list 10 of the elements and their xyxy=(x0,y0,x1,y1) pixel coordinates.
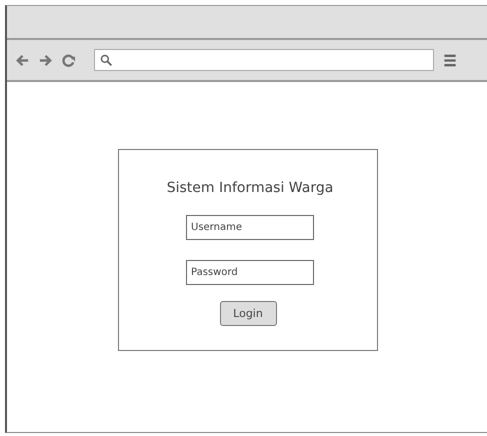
input-field[interactable]: Password xyxy=(186,260,314,285)
address-bar[interactable] xyxy=(94,49,434,71)
input-field[interactable]: Username xyxy=(186,215,314,240)
login-title: Sistem Informasi Warga xyxy=(166,180,334,196)
login-button[interactable]: Login xyxy=(220,301,276,326)
back-icon[interactable] xyxy=(15,52,30,68)
reload-icon[interactable] xyxy=(61,52,76,68)
menu-icon[interactable] xyxy=(444,52,456,68)
forward-icon[interactable] xyxy=(38,52,53,68)
search-icon xyxy=(100,54,113,66)
